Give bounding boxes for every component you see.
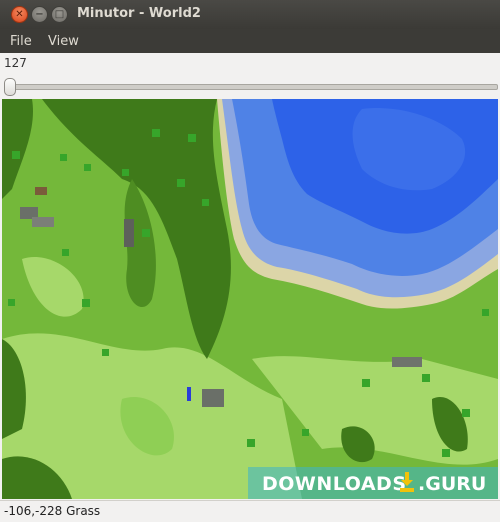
download-arrow-icon: [400, 472, 414, 492]
depth-label: 127: [4, 56, 27, 70]
title-bar: ✕ − □ Minutor - World2: [0, 0, 500, 29]
minimize-icon[interactable]: −: [31, 6, 48, 23]
watermark-right-text: .GURU: [418, 473, 487, 495]
menu-file[interactable]: File: [10, 34, 32, 49]
menu-bar: File View: [0, 29, 500, 53]
map-terrain: [2, 99, 498, 499]
menu-view[interactable]: View: [48, 34, 79, 49]
status-bar: -106,-228 Grass: [0, 500, 500, 522]
window-title: Minutor - World2: [77, 6, 201, 21]
depth-slider-handle[interactable]: [4, 78, 16, 96]
watermark-left-text: DOWNLOADS: [262, 473, 407, 495]
status-text: -106,-228 Grass: [4, 504, 101, 518]
map-view[interactable]: [2, 99, 498, 499]
close-icon[interactable]: ✕: [11, 6, 28, 23]
depth-slider-track[interactable]: [6, 84, 498, 90]
downloads-guru-watermark: DOWNLOADS .GURU: [248, 467, 498, 499]
maximize-icon[interactable]: □: [51, 6, 68, 23]
